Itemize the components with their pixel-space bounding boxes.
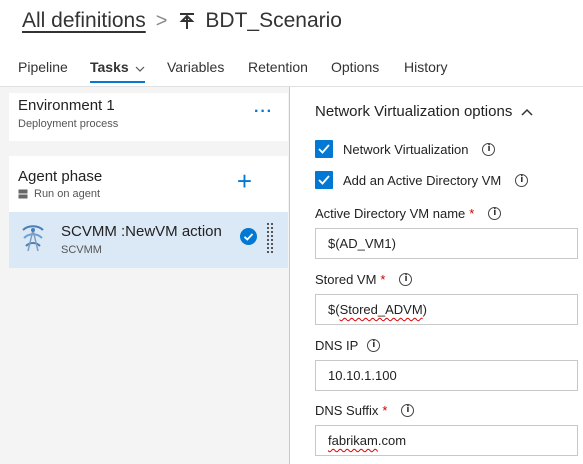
section-header[interactable]: Network Virtualization options <box>315 103 533 120</box>
stored-vm-label: Stored VM <box>315 272 377 287</box>
stored-vm-label-row: Stored VM * i <box>315 272 413 287</box>
environment-card[interactable]: Environment 1 Deployment process ··· <box>9 93 288 141</box>
task-title: SCVMM :NewVM action <box>61 223 222 240</box>
agent-phase-title: Agent phase <box>18 168 103 185</box>
info-icon[interactable]: i <box>399 273 413 286</box>
info-icon[interactable]: i <box>488 207 502 220</box>
agent-phase-subtitle: Run on agent <box>34 188 101 200</box>
process-pane: Environment 1 Deployment process ··· Age… <box>0 87 289 464</box>
environment-title: Environment 1 <box>18 97 115 114</box>
release-pipeline-icon <box>180 13 195 29</box>
task-item-scvmm[interactable]: SCVMM :NewVM action SCVMM <box>9 212 288 268</box>
dns-ip-field[interactable]: 10.10.1.100 <box>315 360 578 391</box>
tab-variables[interactable]: Variables <box>167 52 224 82</box>
dns-suffix-value-name: fabrikam <box>328 433 378 448</box>
more-actions-icon[interactable]: ··· <box>254 103 273 121</box>
add-ad-vm-label: Add an Active Directory VM <box>343 172 502 188</box>
tab-options[interactable]: Options <box>331 52 379 82</box>
network-virtualization-label: Network Virtualization <box>343 141 469 157</box>
required-marker: * <box>380 272 386 287</box>
add-task-button[interactable]: + <box>237 166 252 197</box>
task-settings-pane: Network Virtualization options Network V… <box>290 87 583 464</box>
section-title: Network Virtualization options <box>315 103 513 120</box>
info-icon[interactable]: i <box>367 339 381 352</box>
chevron-right-icon: > <box>155 9 168 32</box>
add-ad-vm-checkbox-row: Add an Active Directory VM i <box>315 171 529 189</box>
required-marker: * <box>382 403 388 418</box>
stored-vm-value-suffix: ) <box>422 302 427 317</box>
tab-pipeline[interactable]: Pipeline <box>18 52 68 82</box>
pipeline-title: BDT_Scenario <box>205 9 342 32</box>
required-marker: * <box>469 206 475 221</box>
tab-tasks[interactable]: Tasks <box>90 52 145 83</box>
tab-retention[interactable]: Retention <box>248 52 308 82</box>
scvmm-icon <box>22 225 44 252</box>
dns-ip-label: DNS IP <box>315 338 359 353</box>
dns-suffix-label: DNS Suffix <box>315 403 379 418</box>
chevron-down-icon[interactable] <box>135 64 145 75</box>
stored-vm-field[interactable]: $(Stored_ADVM) <box>315 294 578 325</box>
ad-vm-name-label: Active Directory VM name <box>315 206 466 221</box>
add-ad-vm-checkbox[interactable] <box>315 171 333 189</box>
info-icon[interactable]: i <box>401 404 415 417</box>
tab-history[interactable]: History <box>404 52 448 82</box>
network-virtualization-checkbox-row: Network Virtualization i <box>315 140 496 158</box>
dns-ip-label-row: DNS IP i <box>315 338 381 353</box>
ad-vm-name-field[interactable]: $(AD_VM1) <box>315 228 578 259</box>
ad-vm-name-value: $(AD_VM1) <box>328 236 396 251</box>
dns-suffix-value-tld: .com <box>377 433 407 448</box>
breadcrumb: All definitions > BDT_Scenario <box>22 7 342 35</box>
stored-vm-value-prefix: $( <box>328 302 340 317</box>
server-icon <box>18 189 28 199</box>
network-virtualization-checkbox[interactable] <box>315 140 333 158</box>
check-circle-icon <box>240 228 257 245</box>
tab-tasks-label: Tasks <box>90 59 129 75</box>
info-icon[interactable]: i <box>515 173 529 187</box>
dns-ip-value: 10.10.1.100 <box>328 368 397 383</box>
info-icon[interactable]: i <box>482 142 496 156</box>
ad-vm-name-label-row: Active Directory VM name * i <box>315 206 502 221</box>
environment-subtitle: Deployment process <box>18 118 119 130</box>
chevron-up-icon[interactable] <box>521 108 533 116</box>
agent-phase-subtitle-row: Run on agent <box>18 188 100 200</box>
drag-handle-icon[interactable] <box>267 223 273 257</box>
task-subtitle: SCVMM <box>61 244 102 256</box>
stored-vm-value-name: Stored_ADVM <box>339 302 423 317</box>
dns-suffix-label-row: DNS Suffix * i <box>315 403 415 418</box>
dns-suffix-field[interactable]: fabrikam.com <box>315 425 578 456</box>
all-definitions-link[interactable]: All definitions <box>22 9 146 33</box>
